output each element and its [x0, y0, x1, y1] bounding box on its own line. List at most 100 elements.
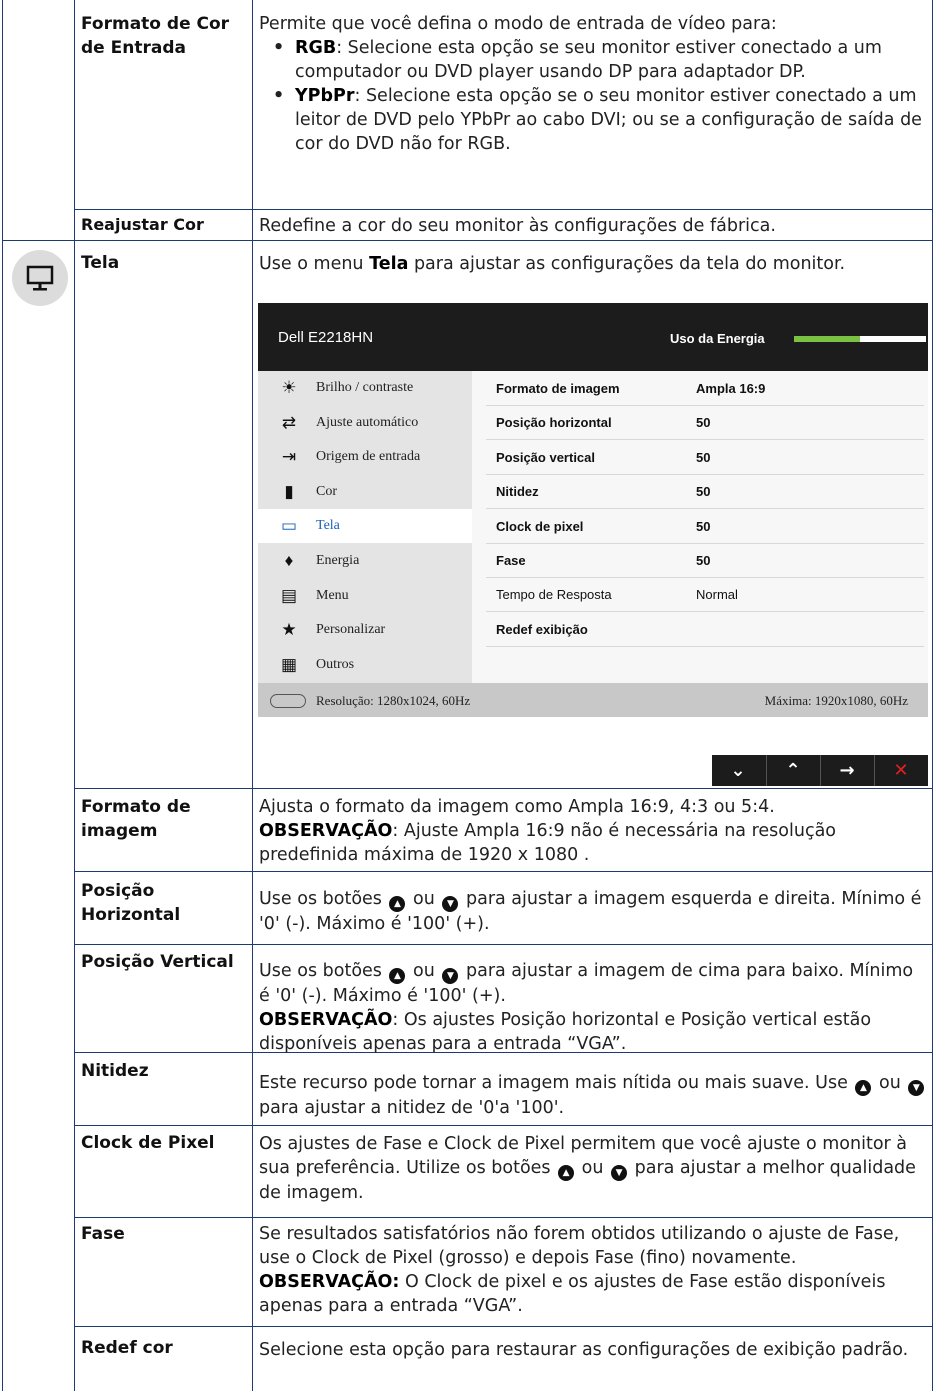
- row-divider: [2, 240, 933, 241]
- row-divider: [74, 788, 933, 789]
- up-button[interactable]: ⌃: [766, 755, 819, 786]
- row-divider: [74, 1125, 933, 1126]
- desc-intro: Permite que você defina o modo de entrad…: [259, 14, 777, 34]
- table-border-left: [2, 0, 3, 1391]
- desc-reajustar-cor: Redefine a cor do seu monitor às configu…: [259, 216, 776, 236]
- input-source-icon: ⇥: [281, 447, 297, 467]
- row-divider: [74, 944, 933, 945]
- osd-setting-row[interactable]: Redef exibição: [486, 612, 924, 647]
- term-posicao-horizontal: Posição Horizontal: [81, 881, 181, 925]
- osd-menu-item[interactable]: ⇥ Origem de entrada: [258, 440, 472, 474]
- term-posicao-vertical: Posição Vertical: [81, 952, 234, 972]
- desc-text: ou: [407, 961, 441, 981]
- up-button-icon: ▲: [389, 896, 406, 912]
- desc-tela: Use o menu Tela para ajustar as configur…: [259, 252, 899, 276]
- osd-setting-row[interactable]: Posição vertical 50: [486, 440, 924, 475]
- down-button-icon: ▼: [442, 968, 459, 984]
- desc-text: Use o menu: [259, 254, 370, 274]
- bullet-ypbpr: YPbPr: Selecione esta opção se o seu mon…: [273, 84, 929, 156]
- vga-connector-icon: [270, 694, 306, 708]
- osd-setting-row[interactable]: Tempo de Resposta Normal: [486, 577, 924, 613]
- osd-menu-item[interactable]: ▤ Menu: [258, 579, 472, 613]
- osd-model-name: Dell E2218HN: [278, 329, 374, 346]
- osd-menu-item[interactable]: ▭ Tela: [258, 509, 472, 544]
- note: OBSERVAÇÃO: Os ajustes Posição horizonta…: [259, 1008, 929, 1056]
- osd-menu-label: Personalizar: [316, 622, 386, 638]
- osd-menu-item[interactable]: ☀ Brilho / contraste: [258, 371, 472, 405]
- down-button[interactable]: ⌄: [712, 755, 764, 786]
- osd-header: Dell E2218HN Uso da Energia: [258, 303, 928, 371]
- osd-menu-item[interactable]: ▮ Cor: [258, 475, 472, 509]
- osd-setting-row[interactable]: Formato de imagem Ampla 16:9: [486, 371, 924, 406]
- bullet-key: YPbPr: [295, 86, 355, 106]
- display-section-icon: [12, 250, 68, 306]
- term-tela: Tela: [81, 253, 120, 273]
- osd-setting-label: Formato de imagem: [496, 381, 620, 396]
- osd-menu-item[interactable]: ⇄ Ajuste automático: [258, 406, 472, 440]
- osd-setting-label: Posição vertical: [496, 449, 595, 465]
- osd-setting-label: Clock de pixel: [496, 518, 584, 534]
- exit-button[interactable]: ✕: [874, 755, 927, 786]
- osd-setting-row[interactable]: Nitidez 50: [486, 474, 924, 510]
- star-icon: ★: [281, 620, 297, 640]
- desc-text: Se resultados satisfatórios não forem ob…: [259, 1224, 900, 1268]
- term-clock-pixel: Clock de Pixel: [81, 1133, 215, 1153]
- osd-setting-label: Tempo de Resposta: [496, 587, 612, 603]
- document-page: Formato de Cor de Entrada Permite que vo…: [0, 0, 940, 1391]
- down-button-icon: ▼: [442, 896, 459, 912]
- brightness-icon: ☀: [281, 378, 297, 397]
- up-button-icon: ▲: [389, 968, 406, 984]
- up-button-icon: ▲: [558, 1165, 575, 1181]
- osd-menu: ☀ Brilho / contraste ⇄ Ajuste automático ⇥ Or…: [258, 371, 472, 683]
- osd-menu-item[interactable]: ▦ Outros: [258, 648, 472, 682]
- osd-status-bar: Resolução: 1280x1024, 60Hz Máxima: 1920x…: [258, 683, 928, 717]
- osd-resolution: Resolução: 1280x1024, 60Hz: [316, 693, 471, 708]
- osd-setting-row[interactable]: Clock de pixel 50: [486, 509, 924, 544]
- osd-menu-label: Tela: [316, 518, 340, 534]
- next-button[interactable]: →: [820, 755, 873, 786]
- bullet-text: : Selecione esta opção se seu monitor es…: [295, 38, 882, 82]
- osd-menu-label: Ajuste automático: [316, 414, 419, 430]
- note: OBSERVAÇÃO: Ajuste Ampla 16:9 não é nece…: [259, 819, 929, 867]
- desc-text: para ajustar a nitidez de '0'a '100'.: [259, 1098, 565, 1118]
- desc-text: Use os botões: [259, 889, 388, 909]
- osd-setting-value: Ampla 16:9: [696, 381, 766, 396]
- menu-icon: ▤: [280, 585, 298, 605]
- osd-setting-label: Posição horizontal: [496, 415, 612, 431]
- row-divider: [74, 1217, 933, 1218]
- term-nitidez: Nitidez: [81, 1061, 149, 1081]
- osd-energy-label: Uso da Energia: [670, 331, 765, 346]
- desc-text: Ajusta o formato da imagem como Ampla 16…: [259, 797, 775, 817]
- osd-menu-item[interactable]: ♦ Energia: [258, 544, 472, 578]
- term-fase: Fase: [81, 1224, 125, 1244]
- osd-setting-label: Redef exibição: [496, 621, 588, 637]
- osd-setting-value: Normal: [696, 587, 738, 603]
- term-redef-cor: Redef cor: [81, 1338, 173, 1358]
- bullet-text: : Selecione esta opção se o seu monitor …: [295, 86, 922, 154]
- energy-icon: ♦: [284, 551, 294, 570]
- term-formato-cor-entrada: Formato de Cor de Entrada: [81, 14, 230, 58]
- osd-menu-label: Brilho / contraste: [316, 380, 414, 395]
- note: OBSERVAÇÃO: O Clock de pixel e os ajuste…: [259, 1270, 929, 1318]
- osd-energy-fill: [794, 336, 860, 342]
- display-icon: ▭: [280, 516, 298, 536]
- note-label: OBSERVAÇÃO: [259, 821, 393, 841]
- up-button-icon: ▲: [855, 1080, 872, 1096]
- osd-setting-row[interactable]: Fase 50: [486, 543, 924, 578]
- osd-setting-value: 50: [696, 449, 711, 465]
- osd-setting-label: Fase: [496, 553, 526, 568]
- row-divider: [74, 1326, 933, 1327]
- desc-formato-cor-entrada: Permite que você defina o modo de entrad…: [259, 12, 929, 156]
- osd-menu-item[interactable]: ★ Personalizar: [258, 613, 472, 647]
- osd-button-bar: ⌄ ⌃ → ✕: [712, 755, 928, 786]
- osd-menu-label: Origem de entrada: [316, 449, 421, 465]
- down-button-icon: ▼: [908, 1080, 925, 1096]
- desc-fase: Se resultados satisfatórios não forem ob…: [259, 1222, 929, 1318]
- note-label: OBSERVAÇÃO: [259, 1010, 393, 1030]
- note-label: OBSERVAÇÃO:: [259, 1272, 400, 1292]
- osd-setting-row[interactable]: Posição horizontal 50: [486, 405, 924, 441]
- osd-setting-value: 50: [696, 415, 711, 431]
- desc-formato-imagem: Ajusta o formato da imagem como Ampla 16…: [259, 795, 929, 867]
- desc-posicao-vertical: Use os botões ▲ ou ▼ para ajustar a imag…: [259, 959, 929, 1056]
- desc-nitidez: Este recurso pode tornar a imagem mais n…: [259, 1071, 929, 1120]
